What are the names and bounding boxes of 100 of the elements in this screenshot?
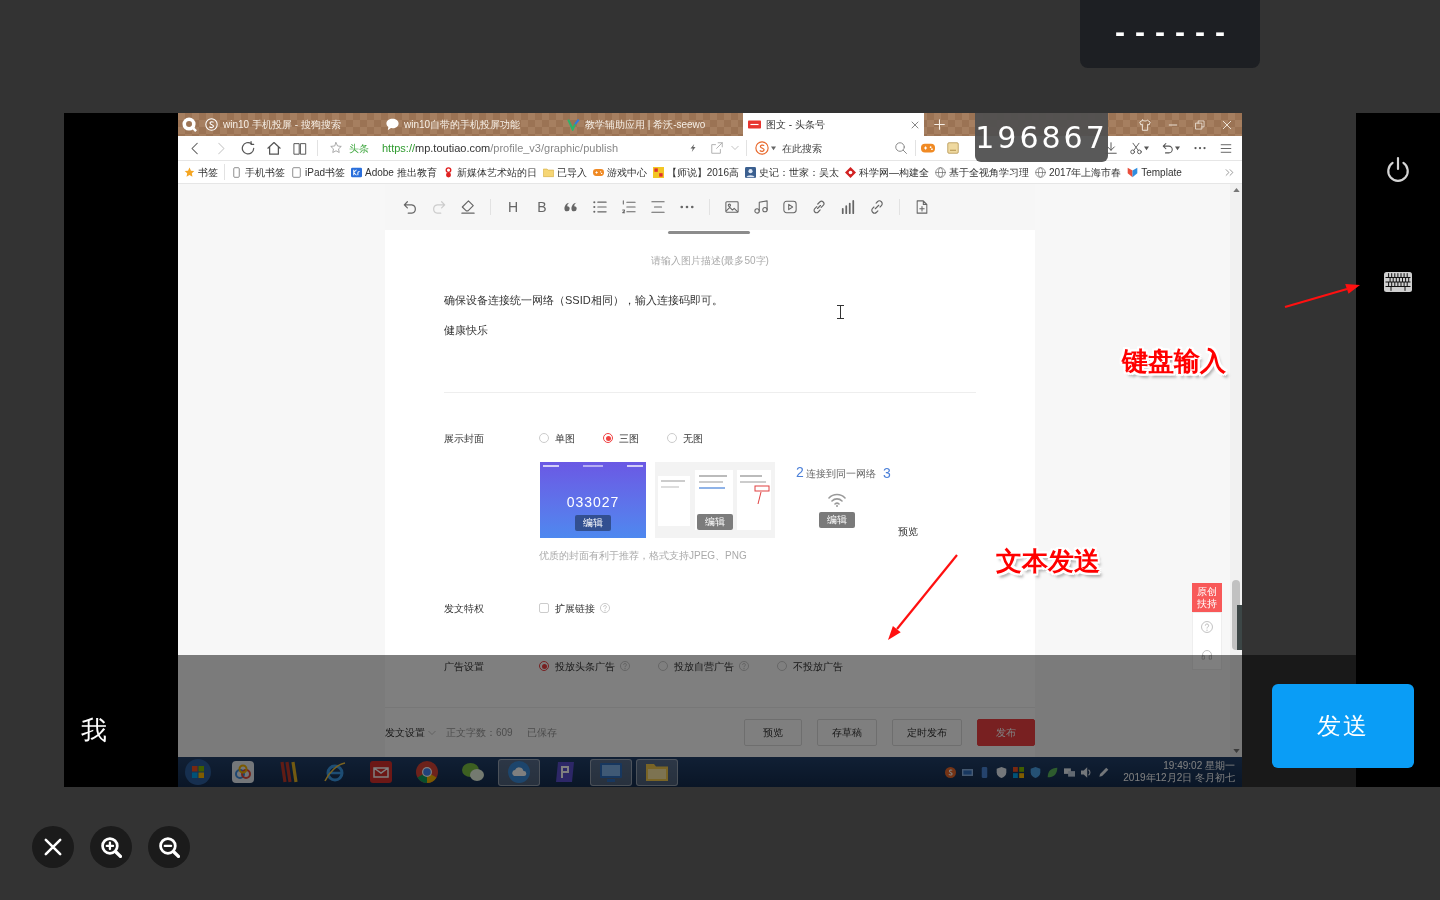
ring-swoosh-icon[interactable] <box>324 761 346 783</box>
bookmark-link[interactable]: 【师说】2016高 <box>652 164 739 180</box>
checkbox[interactable] <box>539 603 549 613</box>
radio-button[interactable] <box>667 433 677 443</box>
caret-icon[interactable] <box>1175 145 1180 151</box>
settings-dropdown[interactable]: 发文设置 <box>385 725 436 740</box>
bookmark-link[interactable]: 2017年上海市春 <box>1034 164 1122 180</box>
radio-label[interactable]: 不投放广告 <box>793 658 843 674</box>
rings-icon[interactable] <box>232 761 254 783</box>
url-field[interactable]: https://mp.toutiao.com/profile_v3/graphic/publish <box>382 139 619 157</box>
document-plus-icon[interactable] <box>915 200 929 214</box>
bulleted-list-icon[interactable] <box>593 200 607 214</box>
preview-link[interactable]: 预览 <box>897 526 918 538</box>
browser-tab[interactable]: win10 手机投屏 - 搜狗搜索 <box>200 113 381 136</box>
lightning-icon[interactable] <box>689 142 697 154</box>
power-icon[interactable] <box>1385 157 1411 183</box>
heading-button[interactable]: H <box>506 200 520 214</box>
bookmark-link[interactable]: 书签 <box>184 164 218 180</box>
caret-icon[interactable] <box>1144 145 1149 151</box>
bookmark-link[interactable]: 史记：世家：吴太 <box>744 164 839 180</box>
scroll-down-icon[interactable] <box>1232 749 1240 753</box>
zoom-out-button[interactable] <box>148 826 190 868</box>
round-logo-icon[interactable] <box>416 761 438 783</box>
browser-tab[interactable]: win10自带的手机投屏功能 <box>381 113 562 136</box>
message-input-field[interactable]: 我 <box>78 713 138 747</box>
undo-icon[interactable] <box>403 200 417 214</box>
footer-button[interactable]: 预览 <box>744 719 802 746</box>
radio-button[interactable] <box>539 433 549 443</box>
scroll-up-icon[interactable] <box>1232 188 1240 192</box>
radio-button[interactable] <box>539 661 549 671</box>
speaker-icon[interactable] <box>1081 766 1093 778</box>
zoom-out-icon[interactable] <box>158 836 180 858</box>
home-icon[interactable] <box>267 141 281 155</box>
search-field[interactable]: 在此搜索 <box>782 140 895 156</box>
plus-icon[interactable] <box>934 119 945 130</box>
screen-icon[interactable] <box>962 766 974 778</box>
download-icon[interactable] <box>1105 142 1117 154</box>
start-orb-icon[interactable] <box>185 759 211 785</box>
zoom-in-button[interactable] <box>90 826 132 868</box>
bookmark-link[interactable]: 基于全视角学习理 <box>934 164 1029 180</box>
note-icon[interactable] <box>947 142 959 154</box>
reload-icon[interactable] <box>241 141 255 155</box>
star-icon[interactable] <box>330 142 342 154</box>
bookmark-link[interactable]: 科学网—构建全 <box>844 164 929 180</box>
shield-icon[interactable] <box>996 766 1008 778</box>
edit-button[interactable]: 编辑 <box>819 512 855 528</box>
squares-icon[interactable] <box>1013 766 1025 778</box>
browser-tab[interactable]: 图文 - 头条号 <box>743 113 924 136</box>
gamepad-icon[interactable] <box>921 141 935 155</box>
more-icon[interactable] <box>1194 146 1206 150</box>
scissors-icon[interactable] <box>1130 141 1142 155</box>
close-button[interactable] <box>32 826 74 868</box>
book-icon[interactable] <box>293 141 307 155</box>
app-logo-icon[interactable] <box>182 117 197 132</box>
edit-button[interactable]: 编辑 <box>575 515 611 531</box>
caret-icon[interactable] <box>771 145 776 151</box>
music-note-icon[interactable] <box>754 200 768 214</box>
shield-icon[interactable] <box>1030 766 1042 778</box>
bookmark-link[interactable]: Template <box>1127 164 1182 180</box>
radio-label[interactable]: 三图 <box>619 430 639 446</box>
headset-icon[interactable] <box>1201 649 1213 661</box>
bookmark-link[interactable]: 手机书签 <box>231 164 285 180</box>
swirl-logo-icon[interactable] <box>755 141 769 155</box>
radio-label[interactable]: 无图 <box>683 430 703 446</box>
share-icon[interactable] <box>711 142 723 154</box>
folder-icon[interactable] <box>646 761 668 783</box>
bookmark-link[interactable]: 已导入 <box>542 164 587 180</box>
bookmark-link[interactable]: Adobe 推出教育 <box>351 164 437 180</box>
network-icon[interactable] <box>1064 766 1076 778</box>
link-icon[interactable] <box>812 200 826 214</box>
back-icon[interactable] <box>189 141 201 155</box>
swirl-logo-icon[interactable] <box>945 766 957 778</box>
chat-bubbles-icon[interactable] <box>462 761 484 783</box>
link-icon[interactable] <box>870 200 884 214</box>
menu-icon[interactable] <box>1220 142 1232 154</box>
radio-label[interactable]: 单图 <box>555 430 575 446</box>
radio-button[interactable] <box>603 433 613 443</box>
search-icon[interactable] <box>895 142 907 154</box>
eraser-icon[interactable] <box>461 200 475 214</box>
numbered-list-icon[interactable] <box>622 200 636 214</box>
zoom-in-icon[interactable] <box>100 836 122 858</box>
radio-label[interactable]: 投放头条广告 <box>555 658 615 674</box>
footer-button[interactable]: 定时发布 <box>892 719 962 746</box>
books-icon[interactable] <box>278 761 300 783</box>
keyboard-icon[interactable] <box>1384 272 1412 292</box>
checkbox-label[interactable]: 扩展链接 <box>555 600 595 616</box>
radio-label[interactable]: 投放自营广告 <box>674 658 734 674</box>
bar-chart-icon[interactable] <box>841 200 855 214</box>
bookmark-link[interactable]: iPad书签 <box>291 164 345 180</box>
shirt-icon[interactable] <box>1139 118 1151 131</box>
envelope-icon[interactable] <box>370 761 392 783</box>
align-icon[interactable] <box>651 200 665 214</box>
browser-tab[interactable]: 教学辅助应用 | 希沃-seewo <box>562 113 743 136</box>
restore-icon[interactable] <box>1195 119 1205 130</box>
video-icon[interactable] <box>783 200 797 214</box>
bookmark-link[interactable]: 新媒体艺术站的日 <box>442 164 537 180</box>
footer-button[interactable]: 存草稿 <box>817 719 877 746</box>
bold-button[interactable]: B <box>535 200 549 214</box>
slanted-tile-icon[interactable] <box>554 761 576 783</box>
edit-button[interactable]: 编辑 <box>697 514 733 530</box>
